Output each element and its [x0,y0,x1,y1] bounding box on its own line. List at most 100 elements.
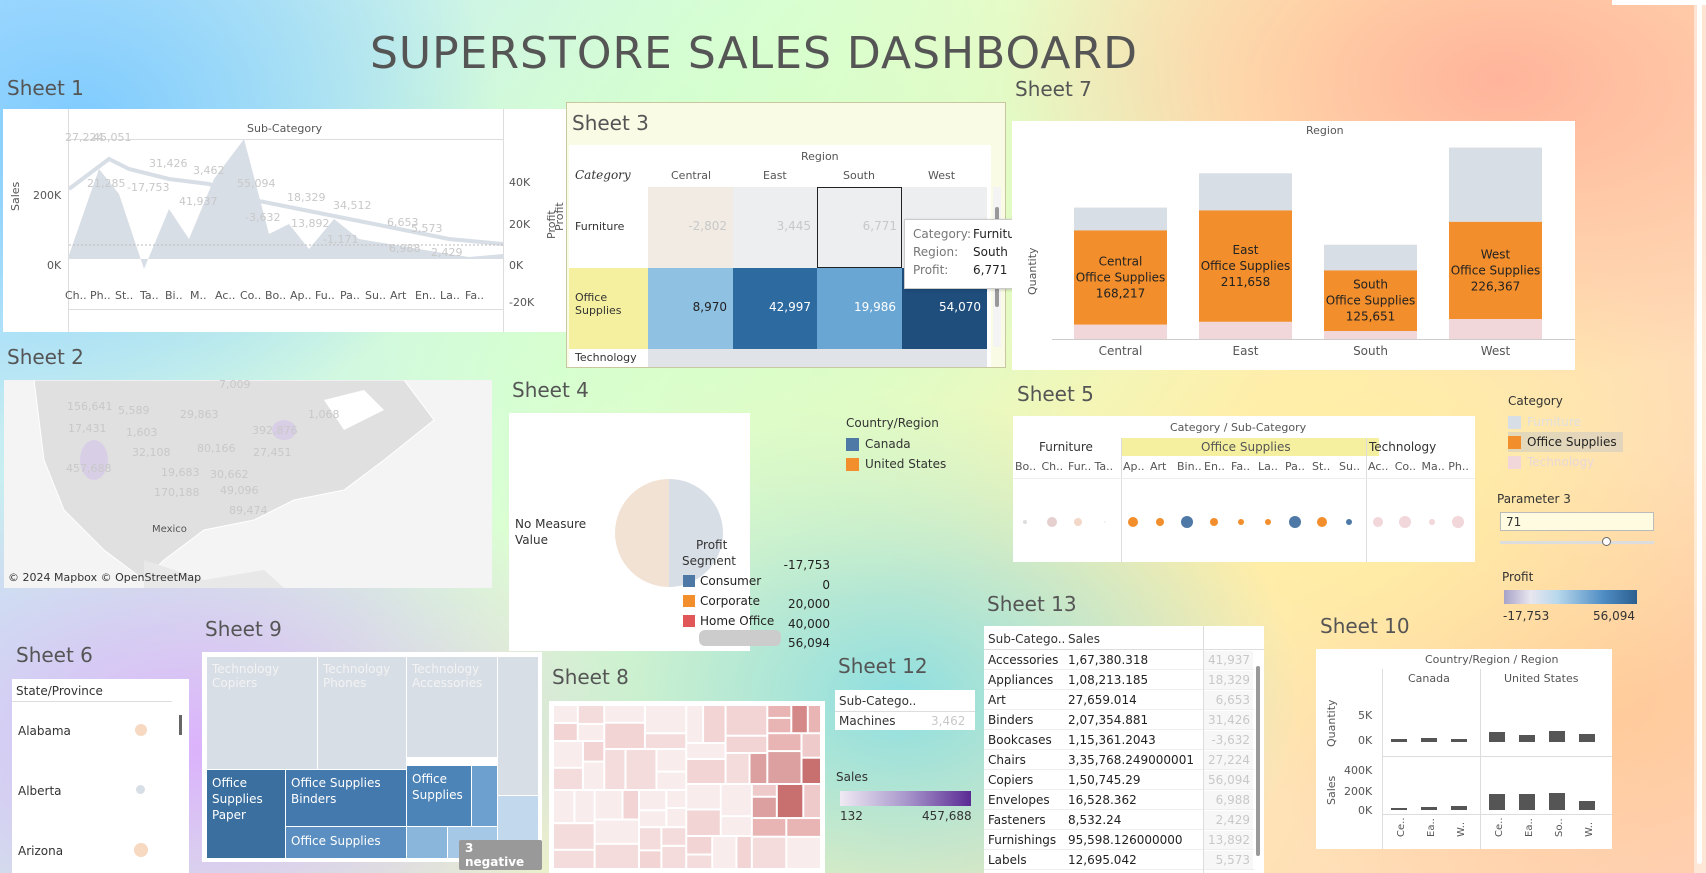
sheet8-tile[interactable] [808,706,820,733]
sheet13-cell-subcategory[interactable]: Furnishings [988,833,1056,847]
sheet8-tile[interactable] [792,706,807,733]
sheet8-tile[interactable] [645,706,686,733]
sheet10-bars[interactable] [1383,689,1612,819]
sheet3-cell-os-east[interactable]: 42,997 [733,268,817,349]
sheet6-row-arizona[interactable]: Arizona [18,844,63,858]
sheet13-cell-subcategory[interactable]: Chairs [988,753,1026,767]
category-legend[interactable]: Category Furniture Office Supplies Techn… [1508,394,1623,472]
sheet8-tile[interactable] [687,744,725,759]
sheet13-cell-subcategory[interactable]: Appliances [988,673,1053,687]
sheet8-tile[interactable] [768,718,791,733]
sheet8-tile[interactable] [752,819,786,836]
sheet8-tile[interactable] [687,784,720,809]
sheet6-row-alabama[interactable]: Alabama [18,724,71,738]
sheet8-tile[interactable] [726,753,749,783]
profit-legend-gradient[interactable] [1504,590,1637,604]
sheet8-tile[interactable] [554,824,594,849]
sheet8-tile[interactable] [657,750,686,771]
sheet3-cell-os-central[interactable]: 8,970 [648,268,733,349]
sheet7-bar-technology[interactable] [1199,321,1292,339]
parameter-slider-thumb[interactable] [1602,537,1611,546]
sheet9-negative-badge[interactable]: 3 negative [459,840,542,870]
sheet2-attribution[interactable]: © 2024 Mapbox © OpenStreetMap [8,571,201,584]
sheet8-tile[interactable] [657,772,686,789]
sheet8-tile[interactable] [687,706,703,743]
sheet8-tile[interactable] [802,758,820,783]
sheet13-cell-subcategory[interactable]: Accessories [988,653,1058,667]
sheet13-cell-subcategory[interactable]: Envelopes [988,793,1050,807]
sheet8-tile[interactable] [737,836,751,868]
sheet8-tile[interactable] [687,760,725,783]
category-legend-office-supplies[interactable]: Office Supplies [1508,432,1623,452]
sheet8-tile[interactable] [687,836,712,854]
country-legend-canada[interactable]: Canada [846,434,946,454]
sheet7-bar-furniture[interactable] [1074,207,1167,231]
sheet8-tile[interactable] [640,851,661,868]
sheet8-tile[interactable] [575,790,594,823]
sheet3-panel[interactable]: Sheet 3 Region Category Central East Sou… [553,102,1044,368]
segment-legend-consumer[interactable]: Consumer [683,572,761,590]
sheet9-tile-tech-phones[interactable]: Technology Phones [318,657,406,769]
sheet12-row-machines[interactable]: Machines [839,714,895,728]
sheet8-tile[interactable] [687,810,720,835]
sheet7-bar-technology[interactable] [1074,324,1167,339]
sheet6-scrollbar[interactable] [179,715,182,735]
sheet8-tile[interactable] [605,750,625,789]
sheet7-bar-technology[interactable] [1324,331,1417,339]
page-scrollbar[interactable] [1694,0,1706,873]
sheet9-tile-os-b[interactable]: Office Supplies [286,827,406,858]
sheet8-treemap[interactable] [549,701,825,873]
sheet8-tile[interactable] [662,828,686,845]
sheet8-tile[interactable] [752,797,776,818]
sheet7-bar-chart[interactable]: 0K1K2K3KCentralOffice Supplies168,217Cen… [1052,139,1575,370]
sheet8-tile[interactable] [554,768,582,789]
sheet3-cell-furniture-south[interactable]: 6,771 [817,187,902,268]
sheet8-tile[interactable] [583,762,604,789]
sheet8-tile[interactable] [583,741,604,761]
sheet8-tile[interactable] [667,809,686,827]
sheet8-tile[interactable] [750,753,767,783]
country-legend-us[interactable]: United States [846,454,946,474]
sheet9-tile-os-paper[interactable]: Office Supplies Paper [207,770,285,858]
sheet8-tile[interactable] [667,790,686,808]
sheet9-tile-tech-copiers[interactable]: Technology Copiers [207,657,317,769]
sheet2-map[interactable]: 7,009 156,641 5,589 17,431 1,603 29,863 1,068 3… [4,380,492,588]
sheet6-panel[interactable]: State/Province Alabama Alberta Arizona [12,679,189,873]
sheet8-tile[interactable] [595,844,639,868]
sheet3-cell-furniture-central[interactable]: -2,802 [648,187,733,268]
sheet8-tile[interactable] [687,855,712,868]
sheet8-tile[interactable] [752,837,786,868]
sheet7-bar-furniture[interactable] [1199,173,1292,211]
sheet8-tile[interactable] [752,784,776,796]
sheet8-tile[interactable] [640,828,661,850]
sheet9-treemap[interactable]: Technology Copiers Technology Phones Tec… [202,652,542,870]
category-legend-furniture[interactable]: Furniture [1508,412,1623,432]
sheet8-tile[interactable] [704,706,725,743]
sheet8-tile[interactable] [768,706,791,717]
sheet7-bar-furniture[interactable] [1449,147,1542,222]
parameter-slider-track[interactable] [1500,541,1654,544]
parameter-input[interactable]: 71 [1500,512,1654,531]
sheet13-cell-subcategory[interactable]: Binders [988,713,1033,727]
sheet8-tile[interactable] [640,811,666,827]
sheet7-panel[interactable]: Region Quantity 0K1K2K3KCentralOffice Su… [1012,121,1575,370]
sheet13-cell-subcategory[interactable]: Copiers [988,773,1033,787]
sheet8-tile[interactable] [554,741,582,767]
sheet8-tile[interactable] [645,734,686,749]
sheet13-cell-subcategory[interactable]: Bookcases [988,733,1052,747]
sheet7-bar-technology[interactable] [1449,319,1542,339]
category-legend-technology[interactable]: Technology [1508,452,1623,472]
segment-legend-corporate[interactable]: Corporate [683,592,760,610]
sheet13-cell-subcategory[interactable]: Labels [988,853,1027,867]
sheet10-panel[interactable]: Country/Region / Region Canada United St… [1316,649,1612,849]
sheet12-sales-gradient[interactable] [840,791,971,806]
sheet8-tile[interactable] [554,850,594,868]
sheet8-tile[interactable] [554,706,577,723]
sheet8-tile[interactable] [626,750,656,789]
sheet9-tile-tech-accessories[interactable]: Technology Accessories [407,657,497,757]
sheet8-tile[interactable] [595,820,639,843]
sheet8-tile[interactable] [802,734,820,757]
sheet8-tile[interactable] [768,752,801,783]
sheet8-tile[interactable] [605,723,644,749]
sheet8-tile[interactable] [578,724,604,740]
